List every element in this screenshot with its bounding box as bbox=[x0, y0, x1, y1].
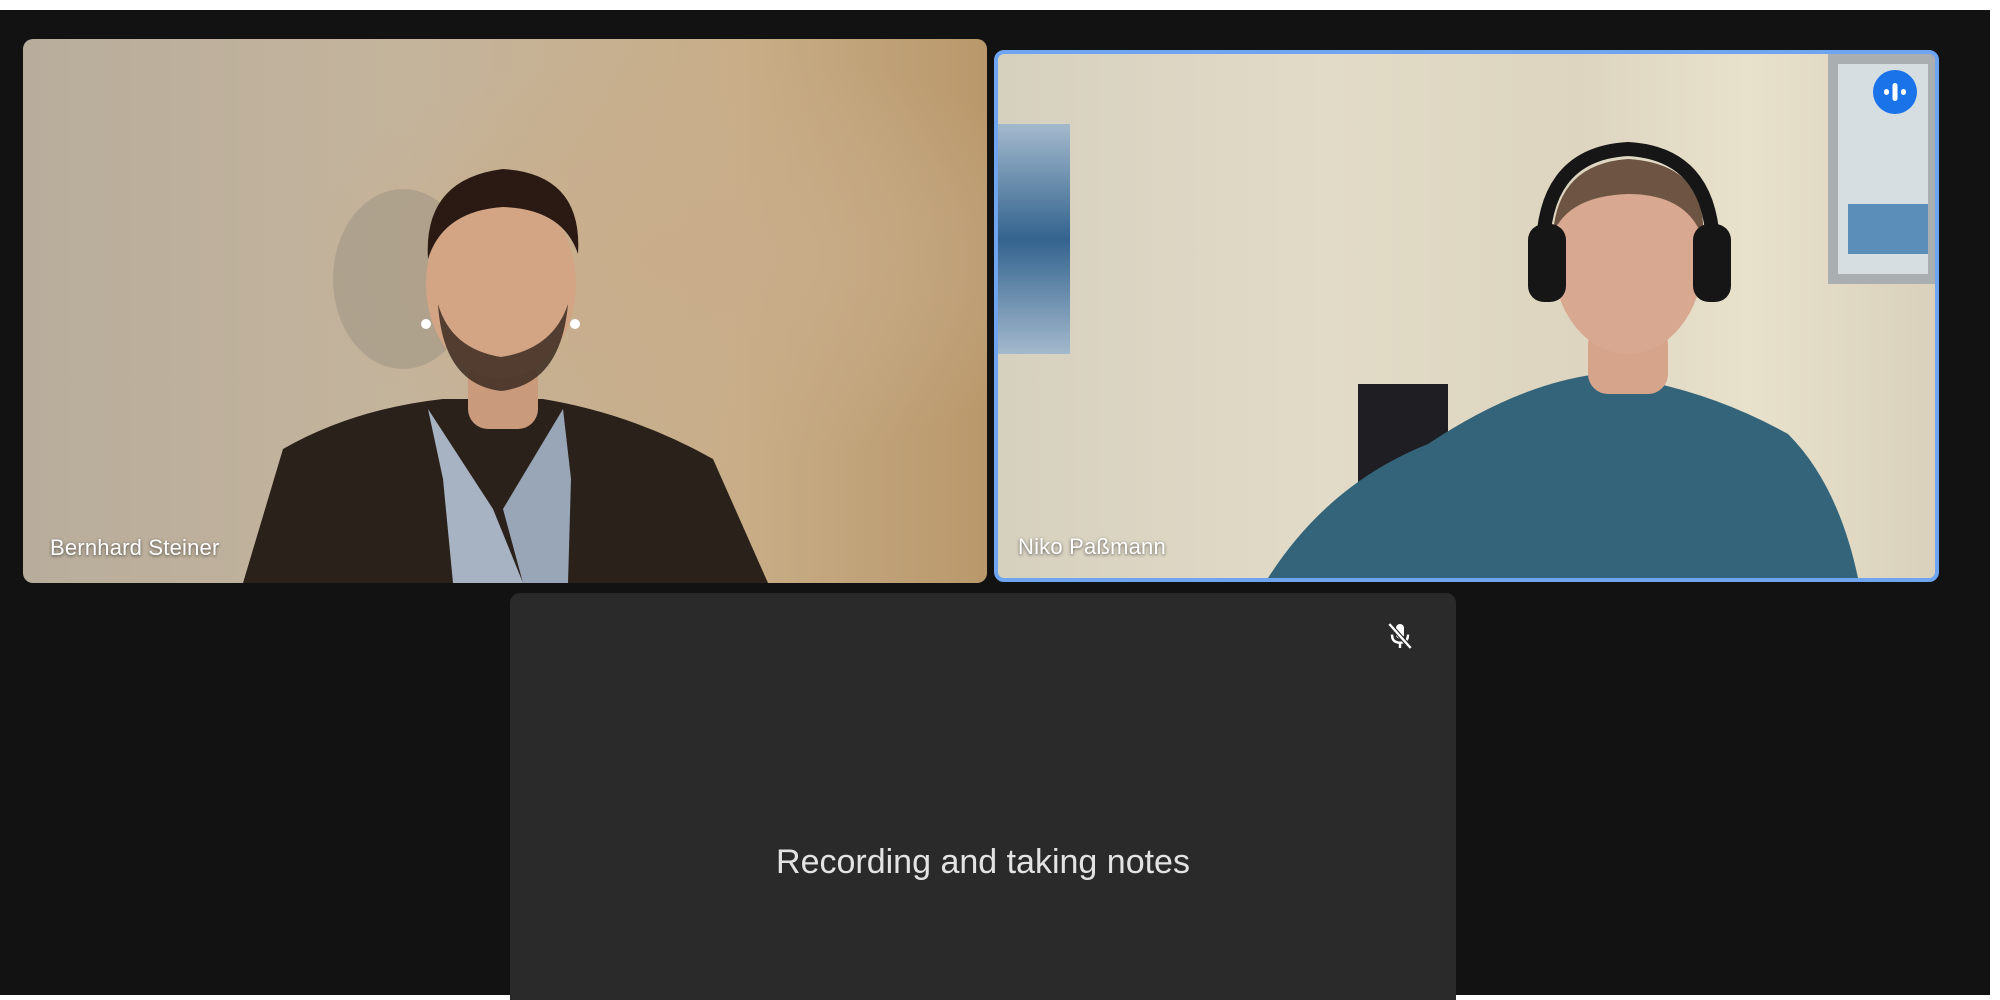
recording-notes-tile[interactable]: Recording and taking notes bbox=[510, 593, 1456, 1000]
participant-video-bernhard bbox=[243, 169, 768, 583]
recording-status-text: Recording and taking notes bbox=[776, 843, 1190, 881]
participant-video-niko bbox=[998, 54, 1935, 578]
participant-tile-niko[interactable]: Niko Paßmann bbox=[994, 50, 1939, 582]
audio-wave-icon bbox=[1873, 70, 1917, 114]
meeting-stage: Bernhard Steiner Niko Paßmann Recording … bbox=[0, 10, 1990, 1000]
mic-off-icon bbox=[1384, 620, 1416, 652]
participant-name-label: Bernhard Steiner bbox=[50, 535, 220, 560]
participant-name-label: Niko Paßmann bbox=[1018, 534, 1166, 559]
participant-tile-bernhard[interactable]: Bernhard Steiner bbox=[23, 39, 987, 583]
